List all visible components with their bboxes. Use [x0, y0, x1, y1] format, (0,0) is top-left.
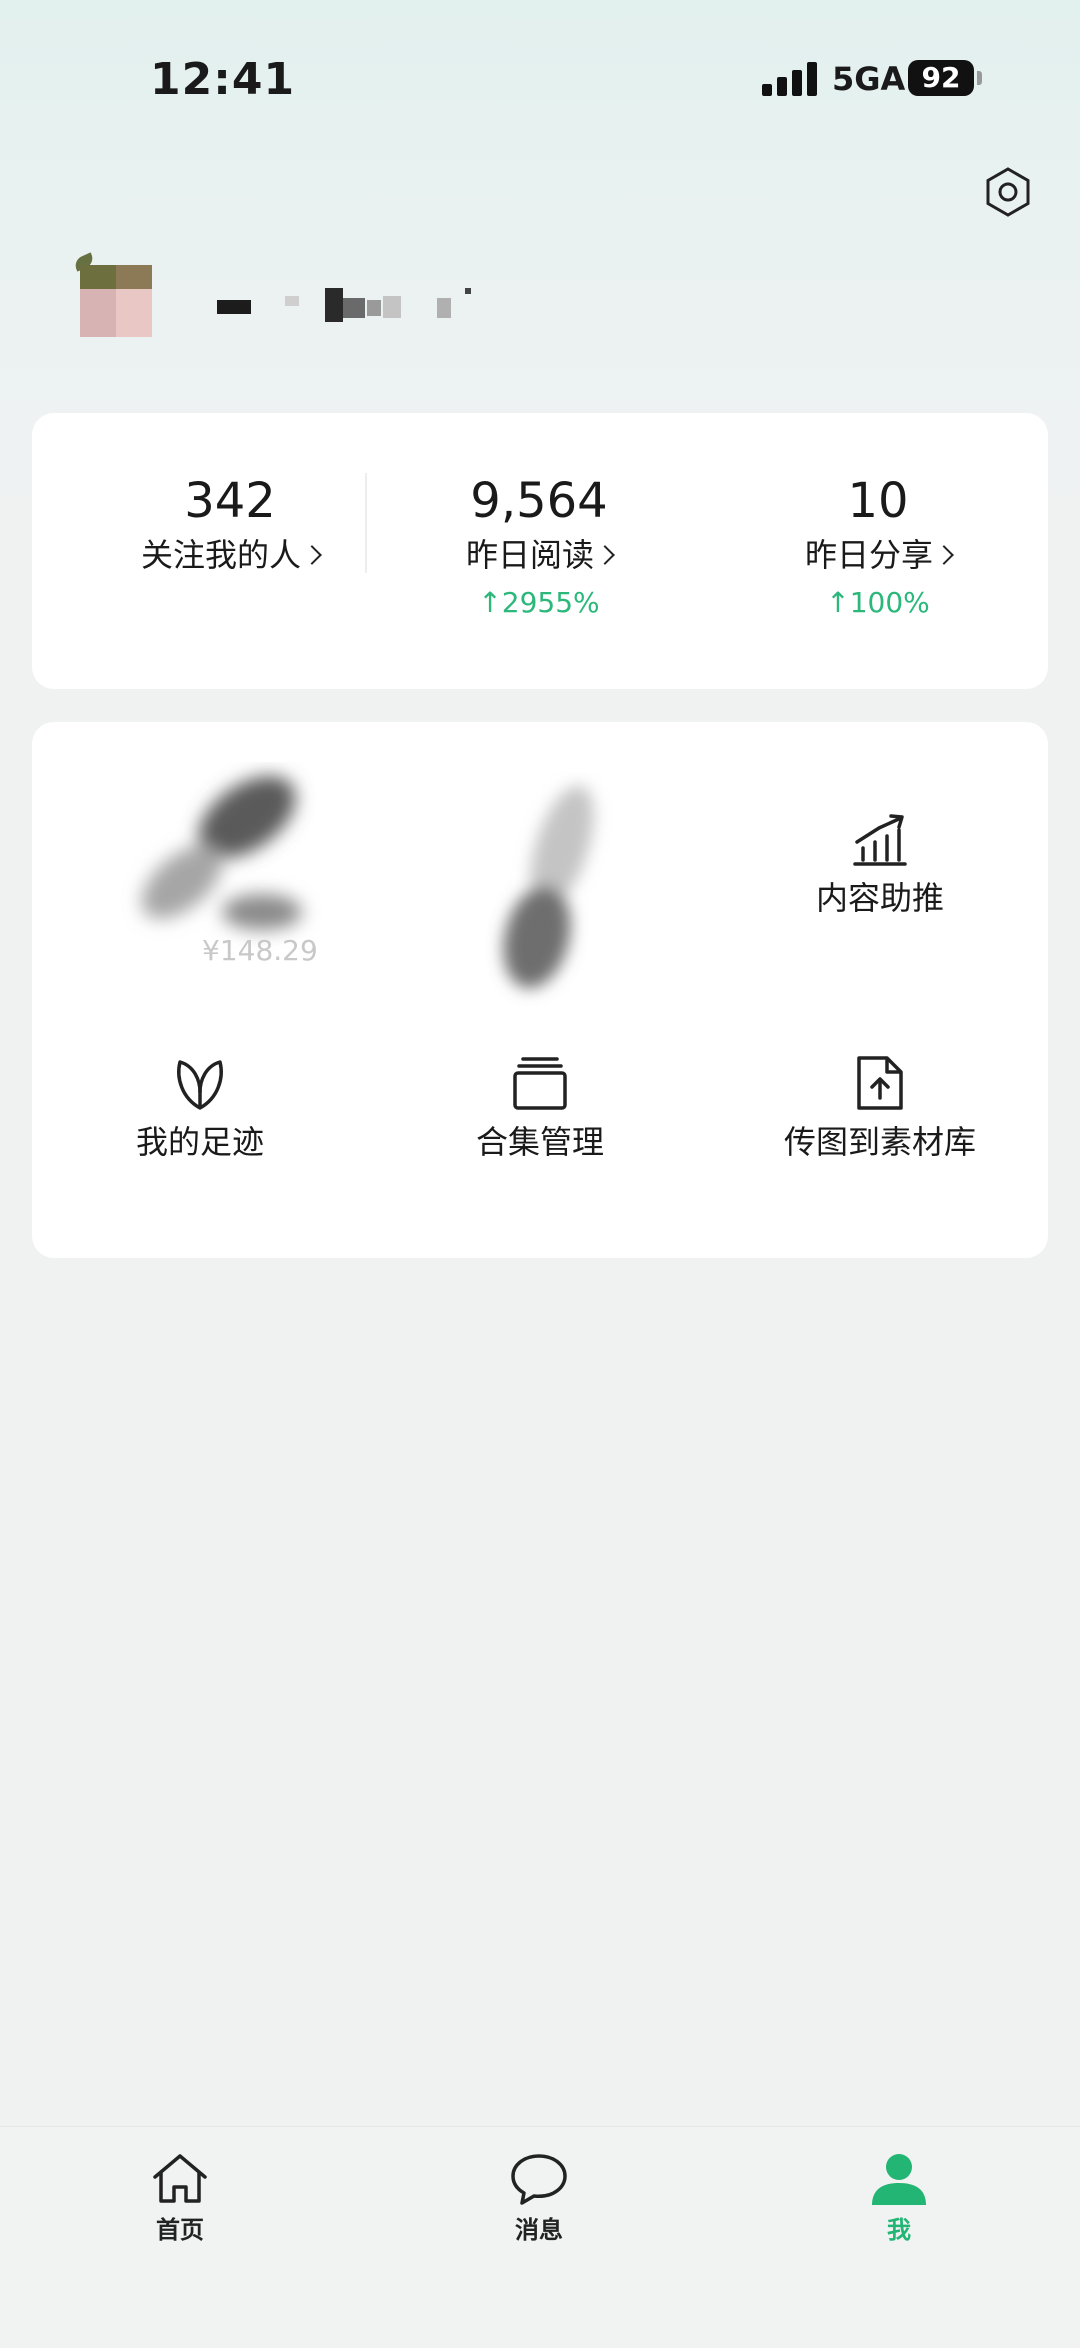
- settings-icon[interactable]: [982, 166, 1034, 218]
- username-pixelated[interactable]: [215, 288, 495, 322]
- stats-card: 342 关注我的人 9,564 昨日阅读 ↑2955% 10 昨日分享 ↑100…: [32, 413, 1048, 689]
- file-upload-icon: [857, 1056, 903, 1110]
- bottom-tab-bar: 首页 消息 我: [0, 2126, 1080, 2348]
- stat-followers-label: 关注我的人: [140, 536, 301, 574]
- content-promote-button[interactable]: 内容助推: [720, 812, 1040, 920]
- tools-card: ¥148.29 内容助推 我的足迹 合集管理 传图到素材库: [32, 722, 1048, 1258]
- tab-me-label: 我: [887, 2216, 911, 2244]
- battery-level: 92: [921, 61, 961, 94]
- stack-folder-icon: [513, 1057, 567, 1110]
- collection-manage-label: 合集管理: [475, 1123, 604, 1161]
- battery-tip: [977, 71, 982, 85]
- content-promote-label: 内容助推: [815, 879, 944, 917]
- tab-home-label: 首页: [156, 2216, 204, 2244]
- collection-manage-button[interactable]: 合集管理: [380, 1054, 700, 1164]
- stat-reads-change: ↑2955%: [478, 586, 600, 619]
- tab-me[interactable]: 我: [799, 2151, 999, 2247]
- my-footprints-button[interactable]: 我的足迹: [40, 1054, 360, 1164]
- stat-followers[interactable]: 342 关注我的人: [65, 473, 395, 577]
- battery-icon: 92: [908, 60, 974, 96]
- home-icon: [153, 2154, 207, 2203]
- network-type: 5GA: [832, 60, 906, 98]
- blurred-amount: ¥148.29: [202, 934, 318, 967]
- stat-divider: [365, 473, 367, 573]
- tab-messages[interactable]: 消息: [439, 2151, 639, 2247]
- blurred-tool-2[interactable]: [452, 772, 652, 1012]
- upload-images-button[interactable]: 传图到素材库: [720, 1054, 1040, 1164]
- stat-reads[interactable]: 9,564 昨日阅读 ↑2955%: [374, 473, 704, 623]
- stat-shares-change: ↑100%: [826, 586, 930, 619]
- chevron-right-icon: [595, 545, 615, 565]
- status-time: 12:41: [150, 54, 296, 105]
- sprout-icon: [177, 1060, 223, 1110]
- person-icon: [872, 2154, 926, 2205]
- tab-home[interactable]: 首页: [80, 2151, 280, 2247]
- stat-reads-value: 9,564: [470, 473, 608, 529]
- chevron-right-icon: [934, 545, 954, 565]
- my-footprints-label: 我的足迹: [135, 1123, 264, 1161]
- stat-shares[interactable]: 10 昨日分享 ↑100%: [713, 473, 1043, 623]
- avatar[interactable]: [80, 265, 152, 337]
- growth-chart-icon: [853, 814, 907, 866]
- tab-messages-label: 消息: [515, 2216, 563, 2244]
- cellular-signal-icon: [762, 62, 818, 96]
- chat-bubble-icon: [511, 2154, 567, 2205]
- blurred-tool-1[interactable]: [112, 762, 352, 962]
- stat-shares-value: 10: [847, 473, 909, 529]
- stat-reads-label: 昨日阅读: [465, 536, 594, 574]
- upload-images-label: 传图到素材库: [783, 1123, 976, 1161]
- stat-followers-value: 342: [184, 473, 276, 529]
- status-bar: 12:41 5GA 92: [0, 0, 1080, 140]
- stat-shares-label: 昨日分享: [804, 536, 933, 574]
- chevron-right-icon: [302, 545, 322, 565]
